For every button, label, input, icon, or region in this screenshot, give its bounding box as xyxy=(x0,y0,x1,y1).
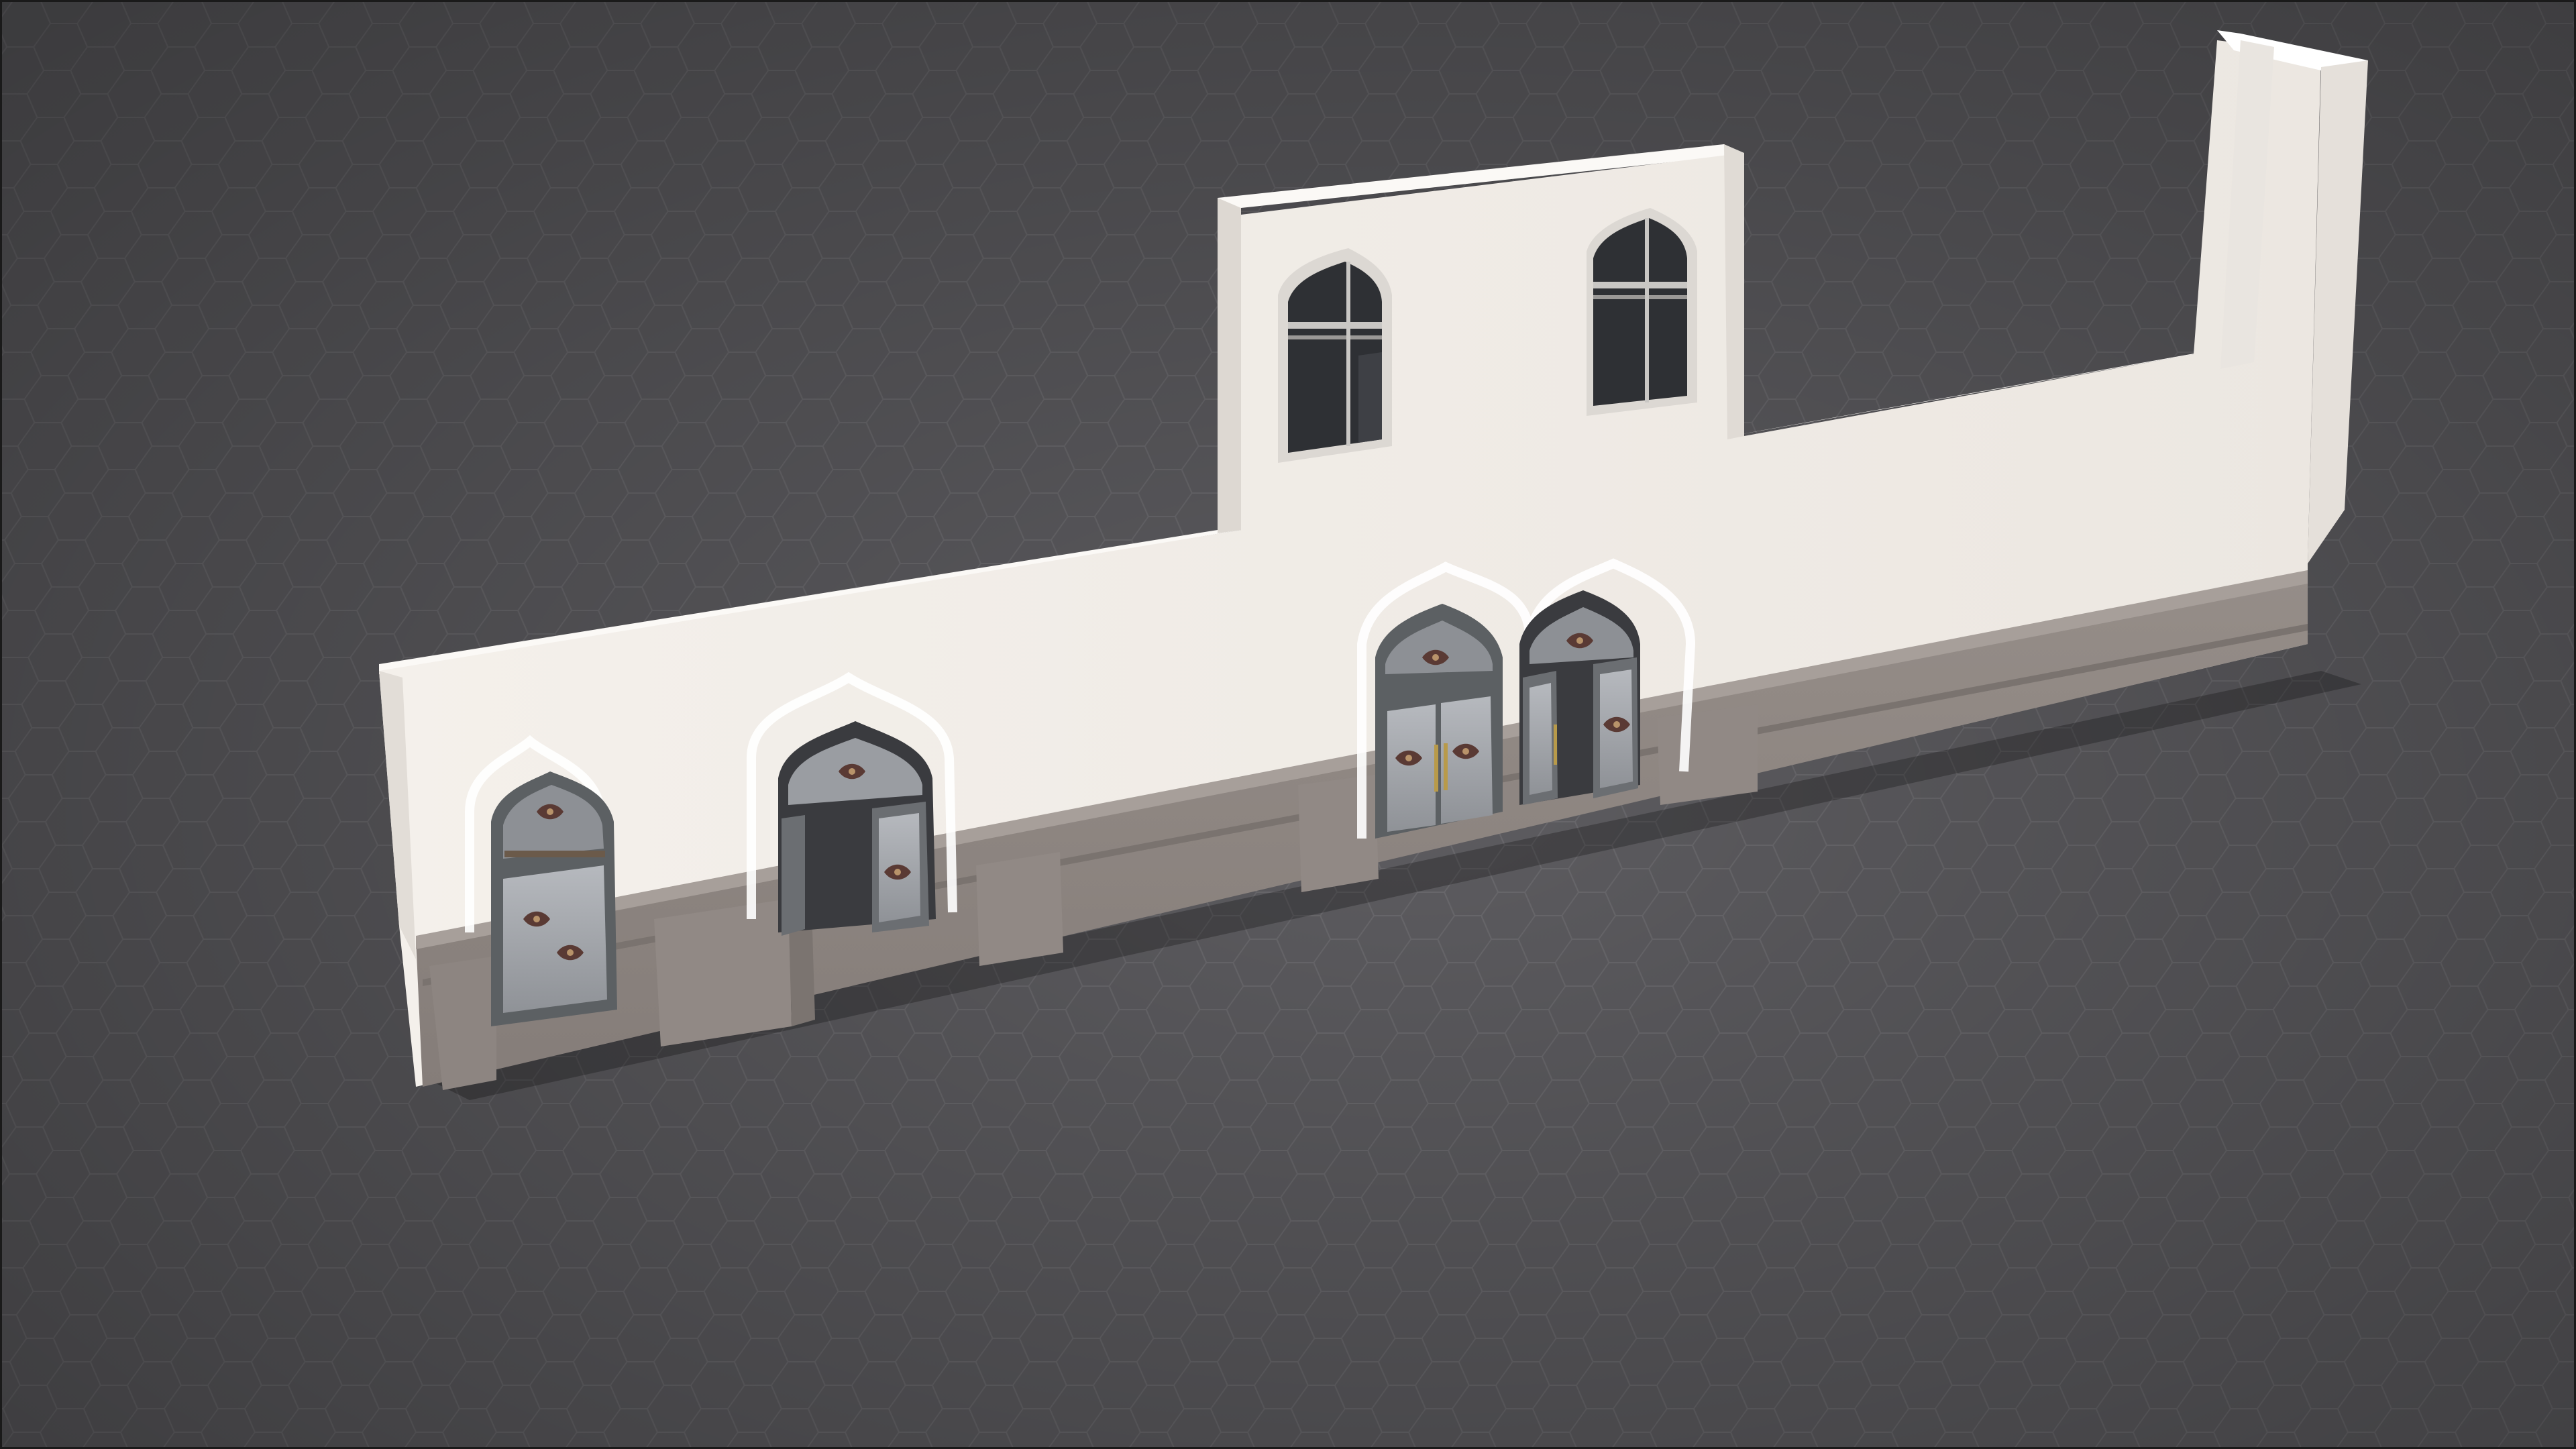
window-right xyxy=(1587,208,1697,416)
upper-block-right-side xyxy=(1724,144,1744,439)
door-4-open[interactable] xyxy=(1519,590,1640,805)
upper-block-side xyxy=(1218,198,1241,533)
door-1-closed[interactable] xyxy=(491,771,617,1026)
render-scene xyxy=(0,0,2576,1449)
door-3-closed[interactable] xyxy=(1375,604,1503,839)
door-2-open[interactable] xyxy=(778,721,936,936)
window-left xyxy=(1278,248,1392,463)
